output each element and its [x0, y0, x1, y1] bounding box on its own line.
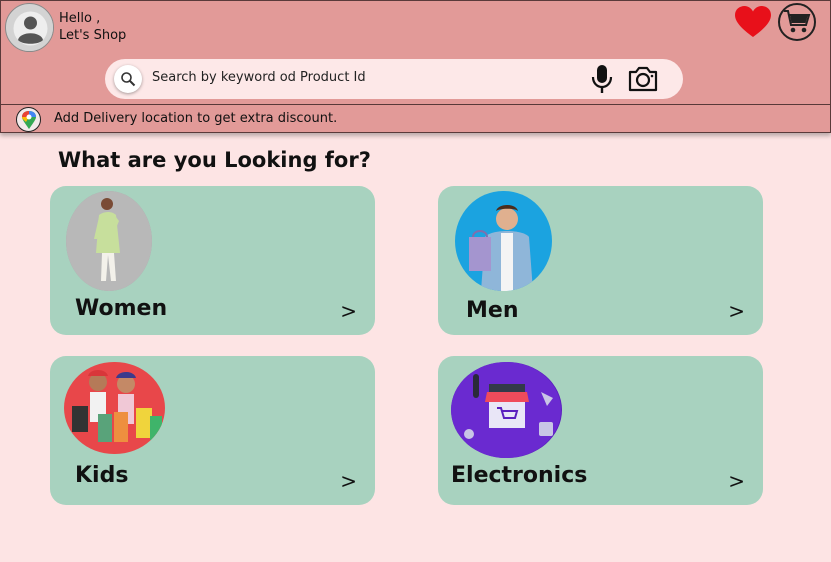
category-card-women[interactable]: Women >	[50, 186, 375, 335]
greeting-hello: Hello ,	[59, 11, 101, 26]
delivery-location-text[interactable]: Add Delivery location to get extra disco…	[54, 111, 337, 126]
chevron-right-icon[interactable]: >	[340, 469, 357, 493]
greeting: Hello , Let's Shop	[59, 10, 126, 44]
category-label-kids[interactable]: Kids	[75, 463, 128, 488]
men-category-image	[455, 191, 552, 291]
chevron-right-icon[interactable]: >	[728, 299, 745, 323]
greeting-subtitle: Let's Shop	[59, 28, 127, 43]
user-avatar-icon[interactable]	[5, 3, 54, 52]
heart-icon[interactable]	[734, 5, 772, 39]
kids-category-image	[64, 362, 165, 454]
category-label-electronics[interactable]: Electronics	[451, 463, 587, 488]
category-label-men[interactable]: Men	[466, 298, 518, 323]
delivery-location-bar[interactable]: Add Delivery location to get extra disco…	[0, 105, 831, 133]
search-bar[interactable]: Search by keyword od Product Id	[105, 59, 683, 99]
search-icon[interactable]	[114, 65, 142, 93]
section-title: What are you Looking for?	[58, 148, 371, 172]
category-label-women[interactable]: Women	[75, 296, 167, 321]
microphone-icon[interactable]	[590, 63, 614, 95]
app-header: Hello , Let's Shop Search by keyword od …	[0, 0, 831, 105]
category-card-men[interactable]: Men >	[438, 186, 763, 335]
chevron-right-icon[interactable]: >	[340, 299, 357, 323]
electronics-category-image	[451, 362, 562, 458]
category-card-electronics[interactable]: Electronics >	[438, 356, 763, 505]
search-input[interactable]: Search by keyword od Product Id	[152, 70, 366, 85]
category-card-kids[interactable]: Kids >	[50, 356, 375, 505]
map-pin-icon[interactable]	[16, 107, 41, 132]
shopping-cart-icon[interactable]	[778, 3, 816, 41]
chevron-right-icon[interactable]: >	[728, 469, 745, 493]
camera-icon[interactable]	[627, 64, 659, 94]
women-category-image	[66, 191, 152, 291]
